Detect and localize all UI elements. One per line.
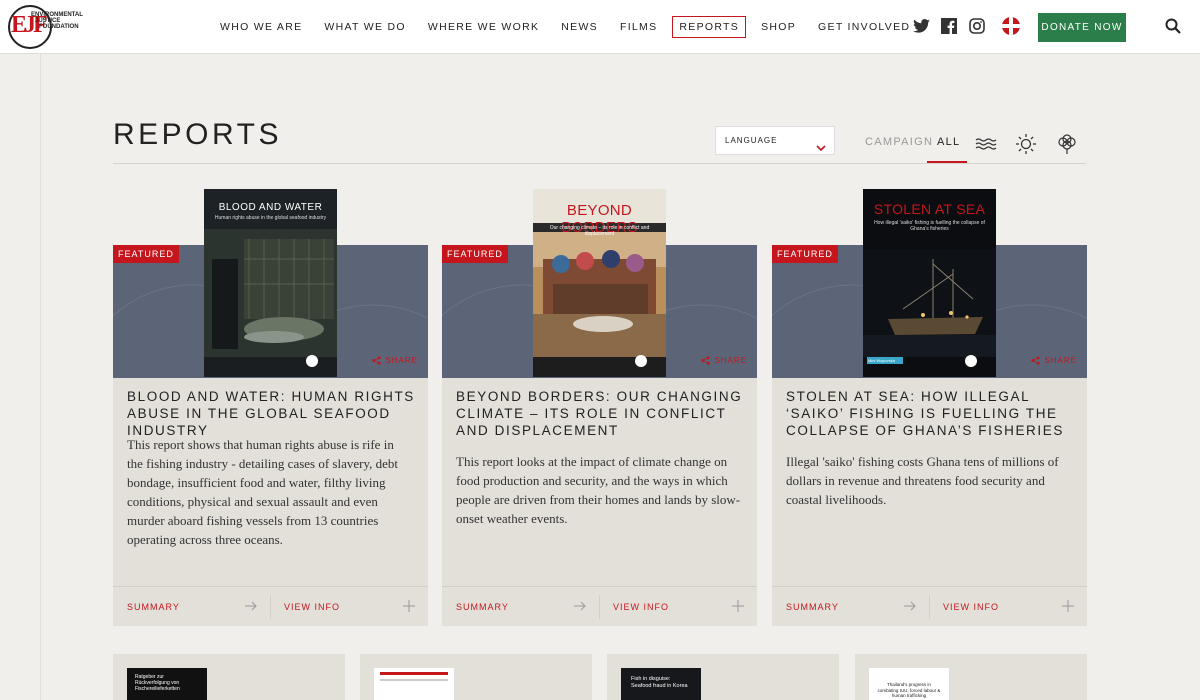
uk-flag-icon[interactable] <box>1002 17 1020 35</box>
report-cover-thumbnail <box>374 668 454 700</box>
cover-tag: Mini Wąsovska <box>868 358 895 363</box>
arrow-right-icon[interactable] <box>244 599 258 613</box>
nav-shop[interactable]: SHOP <box>754 16 803 38</box>
social-links <box>912 17 1020 35</box>
cover-subtitle: Human rights abuse in the global seafood… <box>214 215 327 221</box>
site-header: EJF ENVIRONMENTAL JUSTICE FOUNDATION WHO… <box>0 0 1200 54</box>
nav-where-we-work[interactable]: WHERE WE WORK <box>421 16 546 38</box>
plus-icon[interactable] <box>1061 599 1075 613</box>
bottom-cover-title: Thailand's progress in combating IUU, fo… <box>877 682 941 698</box>
footer-separator <box>929 595 930 619</box>
view-info-link[interactable]: VIEW INFO <box>943 602 999 612</box>
report-cover-beyond-borders[interactable]: BEYOND BORDERS Our changing climate – it… <box>533 189 666 377</box>
plus-icon[interactable] <box>731 599 745 613</box>
bottom-cover-title: Ratgeber zur Rückverfolgung von Fischere… <box>135 674 180 692</box>
logo-text: ENVIRONMENTAL JUSTICE FOUNDATION <box>31 12 83 30</box>
twitter-icon[interactable] <box>912 17 930 35</box>
share-icon <box>372 356 382 365</box>
nav-films[interactable]: FILMS <box>613 16 664 38</box>
card-footer: SUMMARY VIEW INFO <box>113 586 428 626</box>
arrow-right-icon[interactable] <box>903 599 917 613</box>
report-description: Illegal 'saiko' fishing costs Ghana tens… <box>786 454 1059 507</box>
nav-reports[interactable]: REPORTS <box>672 16 747 38</box>
summary-link[interactable]: SUMMARY <box>786 602 839 612</box>
featured-badge: FEATURED <box>113 245 179 263</box>
view-info-link[interactable]: VIEW INFO <box>284 602 340 612</box>
share-label: SHARE <box>385 356 418 365</box>
report-title[interactable]: BEYOND BORDERS: OUR CHANGING CLIMATE – I… <box>456 388 746 439</box>
chevron-down-icon <box>816 136 826 152</box>
report-cover-thumbnail: Ratgeber zur Rückverfolgung von Fischere… <box>127 668 207 700</box>
page-title: REPORTS <box>113 118 282 151</box>
arrow-right-icon[interactable] <box>573 599 587 613</box>
search-icon[interactable] <box>1165 18 1181 34</box>
nav-get-involved[interactable]: GET INVOLVED <box>811 16 917 38</box>
filter-all[interactable]: ALL <box>937 136 960 148</box>
cover-subtitle: How illegal 'saiko' fishing is fuelling … <box>874 220 985 232</box>
instagram-icon[interactable] <box>968 17 986 35</box>
main-nav: WHO WE ARE WHAT WE DO WHERE WE WORK NEWS… <box>213 16 925 38</box>
donate-button[interactable]: DONATE NOW <box>1038 13 1126 42</box>
report-cover-thumbnail: Thailand's progress in combating IUU, fo… <box>869 668 949 700</box>
summary-link[interactable]: SUMMARY <box>127 602 180 612</box>
cover-title: STOLEN AT SEA <box>873 201 986 217</box>
report-title[interactable]: STOLEN AT SEA: HOW ILLEGAL ‘SAIKO’ FISHI… <box>786 388 1076 439</box>
report-description: This report shows that human rights abus… <box>127 437 399 547</box>
report-card-bottom-1[interactable]: Ratgeber zur Rückverfolgung von Fischere… <box>113 654 345 700</box>
footer-separator <box>270 595 271 619</box>
view-info-link[interactable]: VIEW INFO <box>613 602 669 612</box>
facebook-icon[interactable] <box>940 17 958 35</box>
cotton-icon[interactable] <box>1056 133 1078 155</box>
cover-red-stripe <box>380 672 448 675</box>
featured-badge: FEATURED <box>442 245 508 263</box>
nav-news[interactable]: NEWS <box>554 16 605 38</box>
sun-icon[interactable] <box>1015 133 1037 155</box>
report-cover-blood-and-water[interactable]: BLOOD AND WATER Human rights abuse in th… <box>204 189 337 377</box>
report-cover-stolen-at-sea[interactable]: STOLEN AT SEA How illegal 'saiko' fishin… <box>863 189 996 377</box>
left-guide-line <box>40 54 41 700</box>
share-button[interactable]: SHARE <box>1031 356 1077 365</box>
report-card-bottom-4[interactable]: Thailand's progress in combating IUU, fo… <box>855 654 1087 700</box>
featured-badge: FEATURED <box>772 245 838 263</box>
language-label: LANGUAGE <box>725 136 778 145</box>
report-card-bottom-2[interactable] <box>360 654 592 700</box>
footer-separator <box>599 595 600 619</box>
share-label: SHARE <box>714 356 747 365</box>
report-cover-thumbnail: Fish in disguise: Seafood fraud in Korea <box>621 668 701 700</box>
ejf-logo[interactable]: EJF ENVIRONMENTAL JUSTICE FOUNDATION <box>8 5 98 51</box>
share-label: SHARE <box>1044 356 1077 365</box>
share-icon <box>1031 356 1041 365</box>
cover-photo <box>863 249 996 377</box>
plus-icon[interactable] <box>402 599 416 613</box>
waves-icon[interactable] <box>975 133 997 155</box>
nav-who-we-are[interactable]: WHO WE ARE <box>213 16 309 38</box>
title-divider <box>113 163 1086 164</box>
language-select[interactable]: LANGUAGE <box>715 126 835 155</box>
share-icon <box>701 356 711 365</box>
cover-title: BLOOD AND WATER <box>218 202 323 213</box>
card-footer: SUMMARY VIEW INFO <box>772 586 1087 626</box>
card-footer: SUMMARY VIEW INFO <box>442 586 757 626</box>
cover-grey-line <box>380 679 448 681</box>
logo-line-3: FOUNDATION <box>39 24 79 30</box>
bottom-cover-title: Fish in disguise: Seafood fraud in Korea <box>631 676 688 689</box>
cover-subtitle: Our changing climate – its role in confl… <box>549 225 650 237</box>
report-card-bottom-3[interactable]: Fish in disguise: Seafood fraud in Korea <box>607 654 839 700</box>
nav-what-we-do[interactable]: WHAT WE DO <box>317 16 412 38</box>
report-title[interactable]: BLOOD AND WATER: HUMAN RIGHTS ABUSE IN T… <box>127 388 417 439</box>
filter-campaign[interactable]: CAMPAIGN <box>865 136 933 148</box>
share-button[interactable]: SHARE <box>372 356 418 365</box>
summary-link[interactable]: SUMMARY <box>456 602 509 612</box>
report-description: This report looks at the impact of clima… <box>456 454 741 526</box>
share-button[interactable]: SHARE <box>701 356 747 365</box>
